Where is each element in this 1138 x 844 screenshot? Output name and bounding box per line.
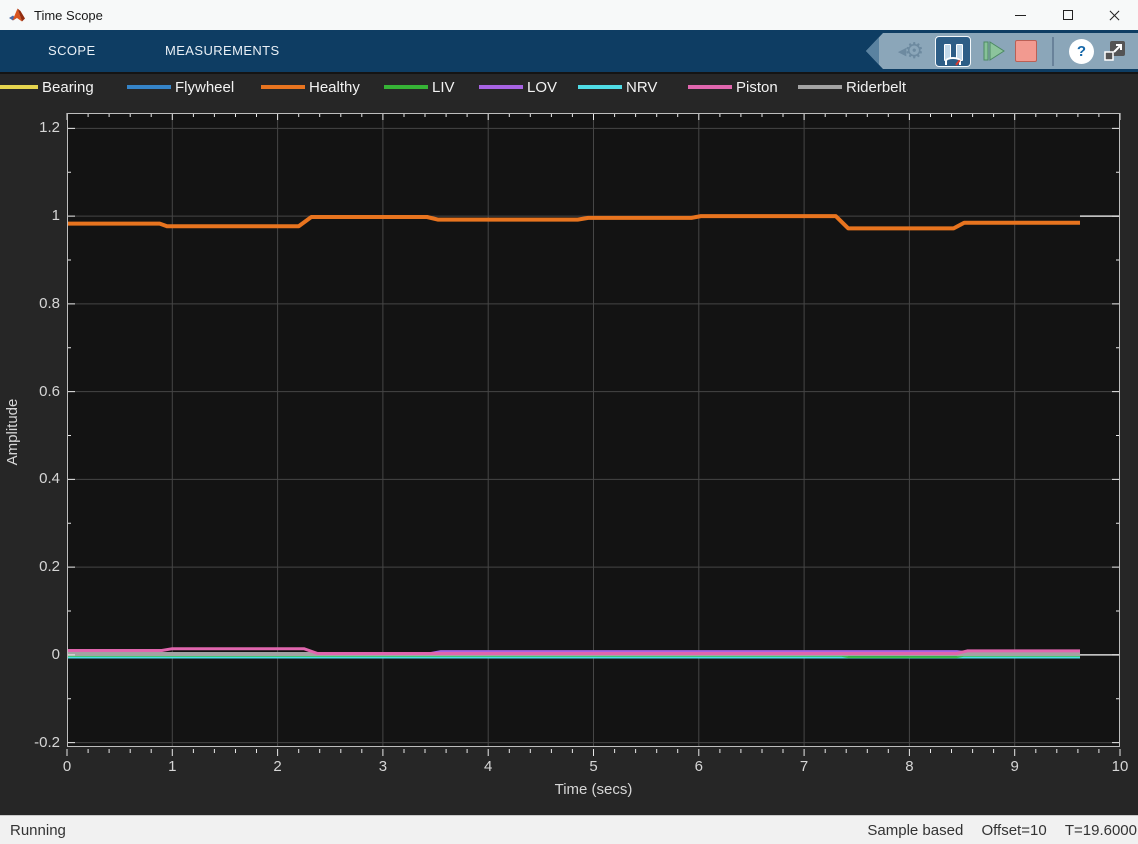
- simulation-controls: ◀ ⚙ ?: [866, 33, 1138, 69]
- legend-item-bearing[interactable]: Bearing: [0, 74, 94, 100]
- close-icon: [1108, 9, 1121, 22]
- legend-item-healthy[interactable]: Healthy: [261, 74, 360, 100]
- title-bar[interactable]: Time Scope: [0, 0, 1138, 30]
- step-forward-button[interactable]: [980, 38, 1006, 64]
- legend-item-lov[interactable]: LOV: [479, 74, 557, 100]
- legend-label: LOV: [527, 79, 557, 96]
- legend-item-riderbelt[interactable]: Riderbelt: [798, 74, 906, 100]
- y-tick-label: 0: [0, 646, 60, 663]
- pause-button[interactable]: [935, 36, 971, 67]
- status-running: Running: [10, 822, 66, 839]
- status-bar: Running Sample based Offset=10 T=19.6000: [0, 815, 1138, 844]
- legend-label: Piston: [736, 79, 778, 96]
- stop-button[interactable]: [1015, 40, 1037, 62]
- y-tick-label: 1.2: [0, 119, 60, 136]
- help-icon: ?: [1077, 43, 1086, 60]
- x-tick-label: 10: [1095, 758, 1138, 775]
- close-button[interactable]: [1091, 0, 1138, 30]
- plot-canvas[interactable]: [67, 113, 1120, 747]
- x-tick-label: 5: [569, 758, 619, 775]
- legend-swatch-nrv: [578, 85, 622, 89]
- matlab-logo-icon: [8, 6, 26, 24]
- legend-label: NRV: [626, 79, 657, 96]
- maximize-button[interactable]: [1044, 0, 1091, 30]
- x-tick-label: 9: [990, 758, 1040, 775]
- toolstrip: SCOPE MEASUREMENTS ◀ ⚙ ?: [0, 30, 1138, 72]
- minimize-icon: [1015, 15, 1026, 16]
- legend-label: Riderbelt: [846, 79, 906, 96]
- x-tick-label: 7: [779, 758, 829, 775]
- time-scope-window: Time Scope SCOPE MEASUREMENTS ◀ ⚙: [0, 0, 1138, 844]
- x-tick-label: 0: [42, 758, 92, 775]
- legend-bar: Bearing Flywheel Healthy LIV LOV NRV Piston Rid…: [0, 72, 1138, 100]
- minimize-button[interactable]: [997, 0, 1044, 30]
- legend-label: LIV: [432, 79, 455, 96]
- tab-scope[interactable]: SCOPE: [48, 30, 96, 72]
- legend-item-liv[interactable]: LIV: [384, 74, 455, 100]
- status-time: T=19.6000: [1065, 822, 1137, 839]
- gear-icon: ⚙: [904, 40, 924, 62]
- simulate-settings-button[interactable]: ◀ ⚙: [896, 40, 926, 62]
- legend-swatch-liv: [384, 85, 428, 89]
- legend-swatch-flywheel: [127, 85, 171, 89]
- status-sample-mode: Sample based: [867, 822, 963, 839]
- window-title: Time Scope: [34, 8, 103, 23]
- x-axis-label: Time (secs): [67, 781, 1120, 798]
- x-tick-label: 2: [253, 758, 303, 775]
- y-tick-label: 1: [0, 207, 60, 224]
- popout-button[interactable]: [1103, 39, 1127, 63]
- legend-label: Bearing: [42, 79, 94, 96]
- legend-label: Flywheel: [175, 79, 234, 96]
- legend-label: Healthy: [309, 79, 360, 96]
- y-tick-label: 0.6: [0, 383, 60, 400]
- banner-arrow-tip: [866, 33, 879, 69]
- x-tick-label: 3: [358, 758, 408, 775]
- tab-measurements[interactable]: MEASUREMENTS: [165, 30, 280, 72]
- legend-swatch-bearing: [0, 85, 38, 89]
- status-offset: Offset=10: [981, 822, 1046, 839]
- legend-item-flywheel[interactable]: Flywheel: [127, 74, 234, 100]
- y-tick-label: 0.2: [0, 558, 60, 575]
- x-tick-label: 8: [884, 758, 934, 775]
- x-tick-label: 4: [463, 758, 513, 775]
- legend-swatch-riderbelt: [798, 85, 842, 89]
- toolbar-separator: [1052, 37, 1054, 66]
- legend-swatch-lov: [479, 85, 523, 89]
- popout-icon: [1103, 39, 1127, 63]
- legend-swatch-healthy: [261, 85, 305, 89]
- gauge-icon: [945, 57, 961, 65]
- step-forward-icon: [980, 38, 1006, 64]
- y-tick-label: -0.2: [0, 734, 60, 751]
- legend-swatch-piston: [688, 85, 732, 89]
- legend-item-nrv[interactable]: NRV: [578, 74, 657, 100]
- x-tick-label: 1: [147, 758, 197, 775]
- maximize-icon: [1063, 10, 1073, 20]
- legend-item-piston[interactable]: Piston: [688, 74, 778, 100]
- y-tick-label: 0.4: [0, 470, 60, 487]
- help-button[interactable]: ?: [1069, 39, 1094, 64]
- x-tick-label: 6: [674, 758, 724, 775]
- y-tick-label: 0.8: [0, 295, 60, 312]
- plot-region: Amplitude Time (secs) -0.200.20.40.60.81…: [0, 100, 1138, 815]
